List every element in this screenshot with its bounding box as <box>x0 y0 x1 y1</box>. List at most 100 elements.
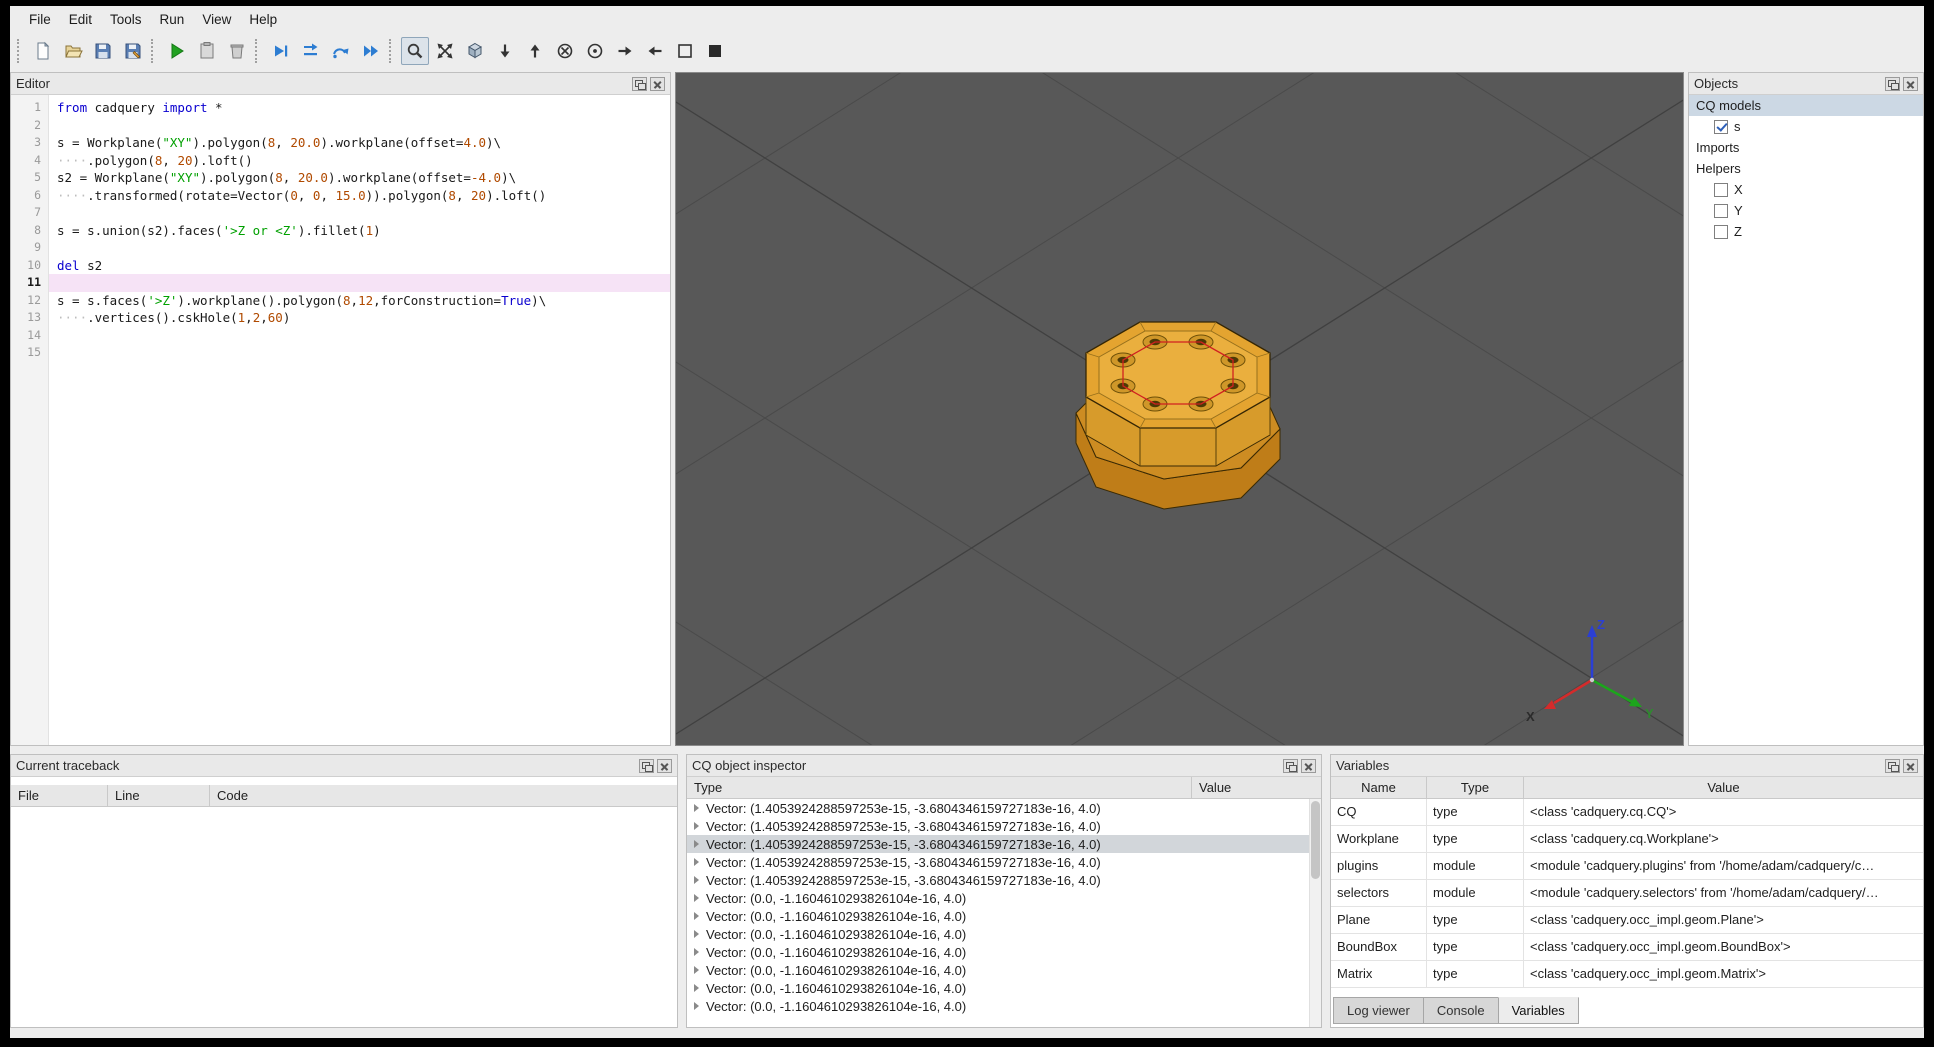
line-number[interactable]: 11 <box>11 274 49 292</box>
fit-view-button[interactable] <box>401 37 429 65</box>
checkbox-s[interactable] <box>1714 119 1728 134</box>
expand-arrow-icon[interactable] <box>694 948 699 956</box>
code-line-13[interactable]: 13 ····.vertices().cskHole(1,2,60) <box>11 309 670 327</box>
tree-item-helpers[interactable]: Helpers <box>1689 158 1923 179</box>
save-as-button[interactable] <box>119 37 147 65</box>
inspector-row[interactable]: Vector: (0.0, -1.1604610293826104e-16, 4… <box>687 889 1309 907</box>
column-header-code[interactable]: Code <box>210 785 677 806</box>
scrollbar-thumb[interactable] <box>1311 801 1320 879</box>
inspector-row[interactable]: Vector: (1.4053924288597253e-15, -3.6804… <box>687 835 1309 853</box>
wireframe-view-button[interactable] <box>671 37 699 65</box>
code-line-3[interactable]: 3 s = Workplane("XY").polygon(8, 20.0).wo… <box>11 134 670 152</box>
close-icon[interactable] <box>1903 758 1918 773</box>
menu-item-run[interactable]: Run <box>151 8 194 31</box>
expand-arrow-icon[interactable] <box>694 930 699 938</box>
tree-item-cq-models[interactable]: CQ models <box>1689 95 1923 116</box>
tree-item-imports[interactable]: Imports <box>1689 137 1923 158</box>
variable-row-cq[interactable]: CQ type <class 'cadquery.cq.CQ'> <box>1331 799 1923 826</box>
menu-item-view[interactable]: View <box>193 8 240 31</box>
step-over-button[interactable] <box>327 37 355 65</box>
undock-icon[interactable] <box>1885 76 1900 91</box>
line-number[interactable]: 10 <box>11 257 49 275</box>
line-number[interactable]: 6 <box>11 187 49 205</box>
expand-arrow-icon[interactable] <box>694 894 699 902</box>
expand-arrow-icon[interactable] <box>694 858 699 866</box>
line-number[interactable]: 2 <box>11 117 49 135</box>
variable-row-workplane[interactable]: Workplane type <class 'cadquery.cq.Workpla… <box>1331 826 1923 853</box>
tree-item-s[interactable]: s <box>1689 116 1923 137</box>
close-icon[interactable] <box>1301 758 1316 773</box>
code-line-15[interactable]: 15 <box>11 344 670 362</box>
viewport-3d[interactable]: X Y Z <box>675 72 1684 746</box>
variable-row-matrix[interactable]: Matrix type <class 'cadquery.occ_impl.geom… <box>1331 961 1923 988</box>
inspector-row[interactable]: Vector: (1.4053924288597253e-15, -3.6804… <box>687 799 1309 817</box>
inspector-row[interactable]: Vector: (0.0, -1.1604610293826104e-16, 4… <box>687 907 1309 925</box>
tab-console[interactable]: Console <box>1422 997 1499 1024</box>
inspector-row[interactable]: Vector: (1.4053924288597253e-15, -3.6804… <box>687 853 1309 871</box>
save-button[interactable] <box>89 37 117 65</box>
code-line-9[interactable]: 9 <box>11 239 670 257</box>
line-number[interactable]: 13 <box>11 309 49 327</box>
line-number[interactable]: 14 <box>11 327 49 345</box>
column-header-type[interactable]: Type <box>1427 777 1524 798</box>
inspector-row[interactable]: Vector: (1.4053924288597253e-15, -3.6804… <box>687 817 1309 835</box>
code-line-10[interactable]: 10 del s2 <box>11 257 670 275</box>
inspector-row[interactable]: Vector: (0.0, -1.1604610293826104e-16, 4… <box>687 997 1309 1015</box>
code-line-7[interactable]: 7 <box>11 204 670 222</box>
checkbox-z[interactable] <box>1714 224 1728 239</box>
expand-arrow-icon[interactable] <box>694 1002 699 1010</box>
expand-arrow-icon[interactable] <box>694 876 699 884</box>
right-view-button[interactable] <box>611 37 639 65</box>
expand-arrow-icon[interactable] <box>694 822 699 830</box>
code-line-6[interactable]: 6 ····.transformed(rotate=Vector(0, 0, 15… <box>11 187 670 205</box>
code-line-12[interactable]: 12 s = s.faces('>Z').workplane().polygon(… <box>11 292 670 310</box>
code-line-1[interactable]: 1 from cadquery import * <box>11 99 670 117</box>
line-number[interactable]: 15 <box>11 344 49 362</box>
column-header-type[interactable]: Type <box>687 777 1192 798</box>
run-button[interactable] <box>163 37 191 65</box>
debug-step-button[interactable] <box>267 37 295 65</box>
code-line-8[interactable]: 8 s = s.union(s2).faces('>Z or <Z').fille… <box>11 222 670 240</box>
variable-row-plugins[interactable]: plugins module <module 'cadquery.plugins' … <box>1331 853 1923 880</box>
column-header-line[interactable]: Line <box>108 785 210 806</box>
variable-row-plane[interactable]: Plane type <class 'cadquery.occ_impl.geom.… <box>1331 907 1923 934</box>
variable-row-selectors[interactable]: selectors module <module 'cadquery.selecto… <box>1331 880 1923 907</box>
left-view-button[interactable] <box>641 37 669 65</box>
expand-arrow-icon[interactable] <box>694 840 699 848</box>
tree-item-y[interactable]: Y <box>1689 200 1923 221</box>
line-number[interactable]: 9 <box>11 239 49 257</box>
column-header-name[interactable]: Name <box>1331 777 1427 798</box>
close-icon[interactable] <box>657 758 672 773</box>
clipboard-button[interactable] <box>193 37 221 65</box>
line-number[interactable]: 1 <box>11 99 49 117</box>
line-number[interactable]: 3 <box>11 134 49 152</box>
front-view-button[interactable] <box>581 37 609 65</box>
line-number[interactable]: 4 <box>11 152 49 170</box>
variable-row-boundbox[interactable]: BoundBox type <class 'cadquery.occ_impl.ge… <box>1331 934 1923 961</box>
line-number[interactable]: 5 <box>11 169 49 187</box>
tree-item-x[interactable]: X <box>1689 179 1923 200</box>
new-file-button[interactable] <box>29 37 57 65</box>
iso-view-button[interactable] <box>461 37 489 65</box>
open-file-button[interactable] <box>59 37 87 65</box>
code-line-14[interactable]: 14 <box>11 327 670 345</box>
checkbox-x[interactable] <box>1714 182 1728 197</box>
code-editor[interactable]: 1 from cadquery import * 2 3 s = Workplane("… <box>11 95 670 745</box>
undock-icon[interactable] <box>1885 758 1900 773</box>
column-header-value[interactable]: Value <box>1192 777 1321 798</box>
code-line-11[interactable]: 11 <box>11 274 670 292</box>
menu-item-tools[interactable]: Tools <box>101 8 151 31</box>
inspector-row[interactable]: Vector: (1.4053924288597253e-15, -3.6804… <box>687 871 1309 889</box>
bottom-view-button[interactable] <box>521 37 549 65</box>
inspector-row[interactable]: Vector: (0.0, -1.1604610293826104e-16, 4… <box>687 979 1309 997</box>
shaded-view-button[interactable] <box>701 37 729 65</box>
code-line-5[interactable]: 5 s2 = Workplane("XY").polygon(8, 20.0).w… <box>11 169 670 187</box>
undock-icon[interactable] <box>639 758 654 773</box>
menu-item-file[interactable]: File <box>20 8 60 31</box>
cad-model[interactable] <box>1075 321 1281 510</box>
expand-arrow-icon[interactable] <box>694 912 699 920</box>
menu-item-edit[interactable]: Edit <box>60 8 101 31</box>
fit-all-button[interactable] <box>431 37 459 65</box>
line-number[interactable]: 12 <box>11 292 49 310</box>
inspector-row[interactable]: Vector: (0.0, -1.1604610293826104e-16, 4… <box>687 961 1309 979</box>
